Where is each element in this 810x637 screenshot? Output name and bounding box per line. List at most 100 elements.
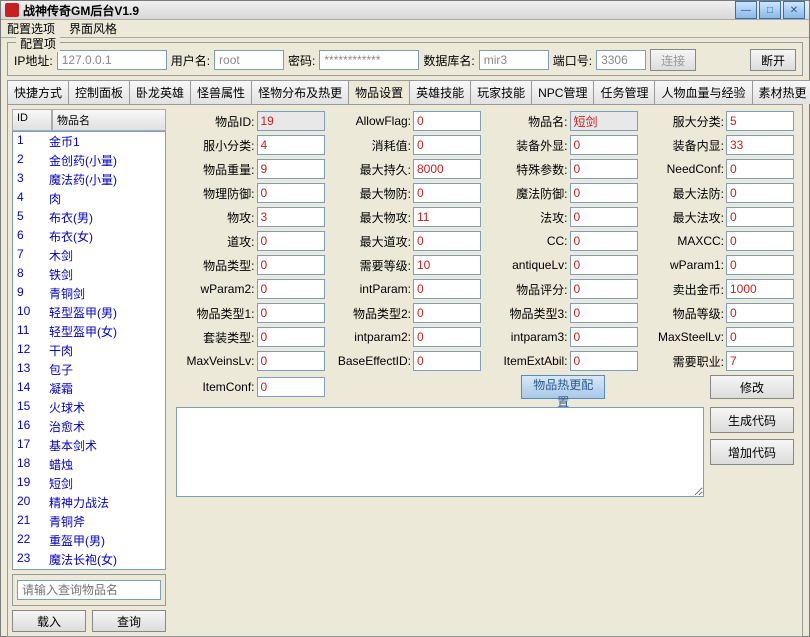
field-input[interactable] bbox=[257, 377, 325, 397]
field-input[interactable] bbox=[570, 231, 638, 251]
field-input[interactable] bbox=[726, 183, 794, 203]
list-item[interactable]: 16治愈术 bbox=[13, 417, 165, 436]
hdr-name[interactable]: 物品名 bbox=[52, 109, 166, 131]
gen-code-button[interactable]: 生成代码 bbox=[710, 407, 794, 433]
list-item[interactable]: 20精神力战法 bbox=[13, 493, 165, 512]
tab-0[interactable]: 快捷方式 bbox=[7, 80, 69, 104]
field-input[interactable] bbox=[726, 255, 794, 275]
field-input[interactable] bbox=[570, 327, 638, 347]
list-item[interactable]: 17基本剑术 bbox=[13, 436, 165, 455]
hot-update-button[interactable]: 物品热更配置 bbox=[521, 375, 605, 399]
pass-input[interactable] bbox=[319, 50, 419, 70]
output-textarea[interactable] bbox=[176, 407, 704, 497]
list-item[interactable]: 22重盔甲(男) bbox=[13, 531, 165, 550]
field-input[interactable] bbox=[570, 207, 638, 227]
list-item[interactable]: 12干肉 bbox=[13, 341, 165, 360]
item-list[interactable]: 1金币12金创药(小量)3魔法药(小量)4肉5布衣(男)6布衣(女)7木剑8铁剑… bbox=[12, 131, 166, 570]
port-input[interactable] bbox=[596, 50, 646, 70]
list-item[interactable]: 6布衣(女) bbox=[13, 227, 165, 246]
list-item[interactable]: 21青铜斧 bbox=[13, 512, 165, 531]
field-input[interactable] bbox=[570, 255, 638, 275]
field-input[interactable] bbox=[726, 351, 794, 371]
load-button[interactable]: 载入 bbox=[12, 610, 86, 632]
field-input[interactable] bbox=[257, 111, 325, 131]
list-item[interactable]: 9青铜剑 bbox=[13, 284, 165, 303]
field-input[interactable] bbox=[726, 207, 794, 227]
field-input[interactable] bbox=[570, 303, 638, 323]
close-button[interactable]: ✕ bbox=[783, 1, 805, 19]
field-input[interactable] bbox=[413, 183, 481, 203]
field-input[interactable] bbox=[413, 135, 481, 155]
list-item[interactable]: 2金创药(小量) bbox=[13, 151, 165, 170]
field-input[interactable] bbox=[570, 351, 638, 371]
tab-5[interactable]: 物品设置 bbox=[348, 80, 410, 104]
field-input[interactable] bbox=[257, 255, 325, 275]
field-input[interactable] bbox=[257, 231, 325, 251]
field-input[interactable] bbox=[413, 207, 481, 227]
disconnect-button[interactable]: 断开 bbox=[750, 49, 796, 71]
field-input[interactable] bbox=[413, 231, 481, 251]
field-input[interactable] bbox=[413, 303, 481, 323]
tab-10[interactable]: 人物血量与经验 bbox=[654, 80, 752, 104]
field-input[interactable] bbox=[570, 135, 638, 155]
modify-button[interactable]: 修改 bbox=[710, 375, 794, 399]
tab-6[interactable]: 英雄技能 bbox=[409, 80, 471, 104]
field-input[interactable] bbox=[257, 183, 325, 203]
minimize-button[interactable]: — bbox=[735, 1, 757, 19]
add-code-button[interactable]: 增加代码 bbox=[710, 439, 794, 465]
field-input[interactable] bbox=[257, 159, 325, 179]
field-input[interactable] bbox=[570, 183, 638, 203]
field-input[interactable] bbox=[413, 327, 481, 347]
maximize-button[interactable]: □ bbox=[759, 1, 781, 19]
ip-input[interactable] bbox=[57, 50, 167, 70]
field-input[interactable] bbox=[257, 135, 325, 155]
tab-1[interactable]: 控制面板 bbox=[68, 80, 130, 104]
field-input[interactable] bbox=[726, 159, 794, 179]
field-input[interactable] bbox=[413, 111, 481, 131]
field-input[interactable] bbox=[726, 231, 794, 251]
list-item[interactable]: 7木剑 bbox=[13, 246, 165, 265]
list-item[interactable]: 5布衣(男) bbox=[13, 208, 165, 227]
list-item[interactable]: 1金币1 bbox=[13, 132, 165, 151]
field-input[interactable] bbox=[257, 303, 325, 323]
tab-9[interactable]: 任务管理 bbox=[593, 80, 655, 104]
list-item[interactable]: 19短剑 bbox=[13, 474, 165, 493]
search-input[interactable] bbox=[17, 580, 161, 600]
tab-2[interactable]: 卧龙英雄 bbox=[129, 80, 191, 104]
field-input[interactable] bbox=[413, 255, 481, 275]
field-input[interactable] bbox=[726, 111, 794, 131]
list-item[interactable]: 15火球术 bbox=[13, 398, 165, 417]
list-item[interactable]: 11轻型盔甲(女) bbox=[13, 322, 165, 341]
db-input[interactable] bbox=[479, 50, 549, 70]
field-input[interactable] bbox=[726, 327, 794, 347]
field-input[interactable] bbox=[726, 279, 794, 299]
list-item[interactable]: 18蜡烛 bbox=[13, 455, 165, 474]
hdr-id[interactable]: ID bbox=[12, 109, 52, 131]
field-input[interactable] bbox=[413, 159, 481, 179]
field-input[interactable] bbox=[257, 351, 325, 371]
field-input[interactable] bbox=[726, 303, 794, 323]
field-input[interactable] bbox=[413, 279, 481, 299]
field-input[interactable] bbox=[570, 279, 638, 299]
tab-11[interactable]: 素材热更 bbox=[752, 80, 810, 104]
field-input[interactable] bbox=[413, 351, 481, 371]
connect-button[interactable]: 连接 bbox=[650, 49, 696, 71]
list-item[interactable]: 4肉 bbox=[13, 189, 165, 208]
user-input[interactable] bbox=[214, 50, 284, 70]
query-button[interactable]: 查询 bbox=[92, 610, 166, 632]
list-item[interactable]: 23魔法长袍(女) bbox=[13, 550, 165, 569]
menu-style[interactable]: 界面风格 bbox=[69, 20, 117, 37]
field-input[interactable] bbox=[257, 279, 325, 299]
tab-8[interactable]: NPC管理 bbox=[531, 80, 594, 104]
field-input[interactable] bbox=[570, 159, 638, 179]
field-input[interactable] bbox=[257, 327, 325, 347]
tab-7[interactable]: 玩家技能 bbox=[470, 80, 532, 104]
field-input[interactable] bbox=[726, 135, 794, 155]
list-item[interactable]: 14凝霜 bbox=[13, 379, 165, 398]
tab-3[interactable]: 怪兽属性 bbox=[190, 80, 252, 104]
field-input[interactable] bbox=[570, 111, 638, 131]
list-item[interactable]: 3魔法药(小量) bbox=[13, 170, 165, 189]
list-item[interactable]: 8铁剑 bbox=[13, 265, 165, 284]
tab-4[interactable]: 怪物分布及热更 bbox=[251, 80, 349, 104]
list-item[interactable]: 13包子 bbox=[13, 360, 165, 379]
